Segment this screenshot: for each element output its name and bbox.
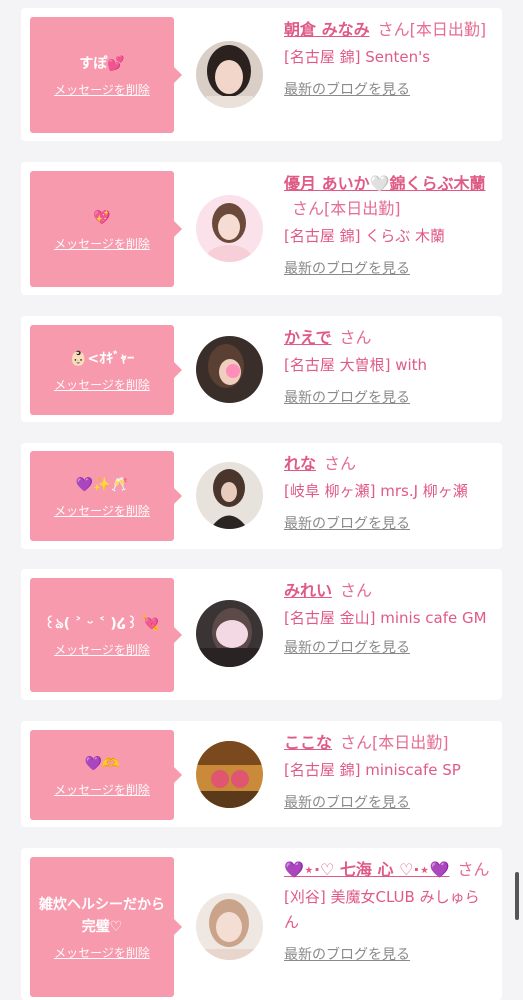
message-card: 💜🫶 メッセージを削除 ここな さん[本日出勤] [名古屋 錦] miniscaf…	[21, 721, 502, 827]
delete-message-link[interactable]: メッセージを削除	[54, 81, 150, 98]
message-text: 💜🫶	[84, 755, 120, 772]
honorific: さん	[340, 581, 373, 600]
girl-info: かえで さん [名古屋 大曽根] with 最新のブログを見る	[284, 325, 494, 407]
shop-label: [名古屋 金山] minis cafe GM	[284, 609, 487, 627]
avatar[interactable]	[196, 600, 263, 667]
name-line: かえで さん	[284, 325, 494, 350]
message-bubble: 💜🫶 メッセージを削除	[30, 730, 182, 820]
message-bubble: 雑炊ヘルシーだから完璧♡ メッセージを削除	[30, 857, 182, 997]
avatar-photo	[196, 195, 263, 262]
name-line: ここな さん[本日出勤]	[284, 730, 494, 755]
shop-label: [名古屋 錦] Senten's	[284, 48, 431, 66]
shop-label: [名古屋 大曽根] with	[284, 356, 428, 374]
girl-name-link[interactable]: れな	[284, 454, 316, 473]
girl-info: みれい さん [名古屋 金山] minis cafe GM 最新のブログを見る	[284, 578, 494, 657]
delete-message-link[interactable]: メッセージを削除	[54, 944, 150, 961]
message-card: 👶🏻<ｵｷﾞｬｰ メッセージを削除 かえで さん [名古屋 大曽根] with 最…	[21, 316, 502, 422]
honorific: さん	[377, 20, 410, 39]
message-card: 💜✨🥂 メッセージを削除 れな さん [岐阜 柳ヶ瀬] mrs.J 柳ヶ瀬 最新の…	[21, 443, 502, 549]
delete-message-link[interactable]: メッセージを削除	[54, 502, 150, 519]
girl-name-link[interactable]: 優月 あいか🤍錦くらぶ木蘭	[284, 174, 486, 193]
girl-info: 💜⋆·♡ 七海 心 ♡·⋆💜 さん [刈谷] 美魔女CLUB みしゅらん 最新のブ…	[284, 857, 494, 964]
message-text: 💜✨🥂	[75, 476, 129, 493]
girl-info: 優月 あいか🤍錦くらぶ木蘭さん[本日出勤] [名古屋 錦] くらぶ 木蘭 最新の…	[284, 171, 494, 278]
message-text: ꒰ঌ( ˃ ᵕ ˂ )໒꒱ 💘	[44, 615, 160, 632]
avatar-photo	[196, 41, 263, 108]
latest-blog-link[interactable]: 最新のブログを見る	[284, 258, 410, 278]
latest-blog-link[interactable]: 最新のブログを見る	[284, 944, 410, 964]
delete-message-link[interactable]: メッセージを削除	[54, 781, 150, 798]
honorific: さん	[292, 199, 325, 218]
honorific: さん	[457, 860, 490, 879]
message-card: 💖 メッセージを削除 優月 あいか🤍錦くらぶ木蘭さん[本日出勤] [名古屋 錦]…	[21, 162, 502, 295]
latest-blog-link[interactable]: 最新のブログを見る	[284, 637, 410, 657]
girl-info: れな さん [岐阜 柳ヶ瀬] mrs.J 柳ヶ瀬 最新のブログを見る	[284, 451, 494, 533]
message-bubble: 💖 メッセージを削除	[30, 171, 182, 287]
name-line: みれい さん	[284, 578, 494, 603]
scrollbar-thumb[interactable]	[515, 872, 519, 920]
latest-blog-link[interactable]: 最新のブログを見る	[284, 79, 410, 99]
avatar[interactable]	[196, 462, 263, 529]
message-text: 👶🏻<ｵｷﾞｬｰ	[69, 350, 135, 367]
work-today-badge: [本日出勤]	[324, 199, 401, 218]
message-card: すぽ💕 メッセージを削除 朝倉 みなみ さん[本日出勤] [名古屋 錦] Sent…	[21, 8, 502, 141]
honorific: さん	[324, 454, 357, 473]
avatar-photo	[196, 336, 263, 403]
delete-message-link[interactable]: メッセージを削除	[54, 376, 150, 393]
message-bubble: 👶🏻<ｵｷﾞｬｰ メッセージを削除	[30, 325, 182, 415]
message-text: 💖	[93, 209, 111, 226]
girl-name-link[interactable]: かえで	[284, 328, 332, 347]
avatar-photo	[196, 893, 263, 960]
shop-label: [岐阜 柳ヶ瀬] mrs.J 柳ヶ瀬	[284, 482, 468, 500]
avatar-photo	[196, 741, 263, 808]
delete-message-link[interactable]: メッセージを削除	[54, 641, 150, 658]
avatar[interactable]	[196, 195, 263, 262]
honorific: さん	[340, 733, 373, 752]
message-card: ꒰ঌ( ˃ ᵕ ˂ )໒꒱ 💘 メッセージを削除 みれい さん [名古屋 金山] …	[21, 569, 502, 700]
message-bubble: 💜✨🥂 メッセージを削除	[30, 451, 182, 541]
girl-info: ここな さん[本日出勤] [名古屋 錦] miniscafe SP 最新のブログを…	[284, 730, 494, 812]
name-line: 💜⋆·♡ 七海 心 ♡·⋆💜 さん	[284, 857, 494, 882]
name-line: れな さん	[284, 451, 494, 476]
message-text: すぽ💕	[79, 55, 125, 72]
girl-name-link[interactable]: みれい	[284, 581, 332, 600]
girl-info: 朝倉 みなみ さん[本日出勤] [名古屋 錦] Senten's 最新のブログを見…	[284, 17, 494, 99]
shop-label: [刈谷] 美魔女CLUB みしゅらん	[284, 888, 480, 931]
latest-blog-link[interactable]: 最新のブログを見る	[284, 792, 410, 812]
message-bubble: すぽ💕 メッセージを削除	[30, 17, 182, 133]
girl-name-link[interactable]: 朝倉 みなみ	[284, 20, 370, 39]
honorific: さん	[339, 328, 372, 347]
work-today-badge: [本日出勤]	[372, 733, 449, 752]
delete-message-link[interactable]: メッセージを削除	[54, 235, 150, 252]
name-line: 朝倉 みなみ さん[本日出勤]	[284, 17, 494, 42]
avatar[interactable]	[196, 41, 263, 108]
latest-blog-link[interactable]: 最新のブログを見る	[284, 513, 410, 533]
message-bubble: ꒰ঌ( ˃ ᵕ ˂ )໒꒱ 💘 メッセージを削除	[30, 578, 182, 692]
girl-name-link[interactable]: ここな	[284, 733, 332, 752]
avatar[interactable]	[196, 741, 263, 808]
shop-label: [名古屋 錦] miniscafe SP	[284, 761, 461, 779]
message-text: 雑炊ヘルシーだから完璧♡	[39, 896, 165, 935]
avatar[interactable]	[196, 336, 263, 403]
latest-blog-link[interactable]: 最新のブログを見る	[284, 387, 410, 407]
message-card: 雑炊ヘルシーだから完璧♡ メッセージを削除 💜⋆·♡ 七海 心 ♡·⋆💜 さん […	[21, 848, 502, 1000]
girl-name-link[interactable]: 💜⋆·♡ 七海 心 ♡·⋆💜	[284, 860, 449, 879]
avatar[interactable]	[196, 893, 263, 960]
avatar-photo	[196, 462, 263, 529]
name-line: 優月 あいか🤍錦くらぶ木蘭さん[本日出勤]	[284, 171, 494, 221]
avatar-photo	[196, 600, 263, 667]
shop-label: [名古屋 錦] くらぶ 木蘭	[284, 227, 446, 245]
work-today-badge: [本日出勤]	[409, 20, 487, 39]
